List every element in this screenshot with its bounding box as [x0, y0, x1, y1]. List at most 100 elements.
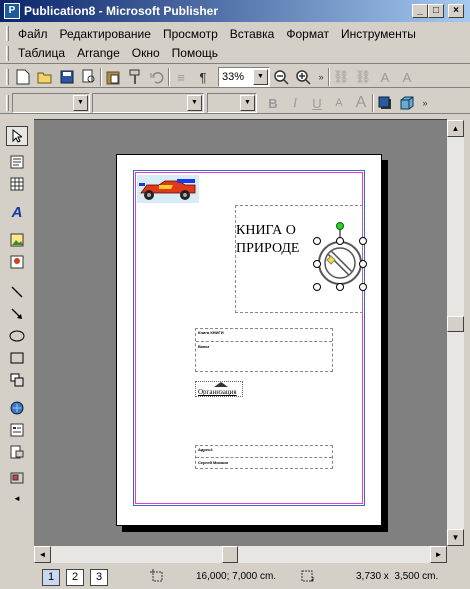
horizontal-scroll-thumb[interactable] — [222, 546, 238, 563]
position-readout: 16,000; 7,000 cm. — [196, 571, 277, 582]
zoom-out-icon[interactable] — [270, 66, 292, 88]
resize-handle[interactable] — [313, 283, 321, 291]
clipart-icon[interactable] — [6, 252, 28, 272]
text-flow-icon[interactable]: A — [374, 66, 396, 88]
scroll-left-button[interactable]: ◄ — [34, 546, 51, 563]
scroll-right-button[interactable]: ► — [430, 546, 447, 563]
minimize-button[interactable]: _ — [412, 4, 428, 18]
maximize-button[interactable]: □ — [428, 4, 444, 18]
menu-insert[interactable]: Вставка — [224, 25, 281, 43]
text-box-icon[interactable] — [6, 152, 28, 172]
menu-bar: Файл Редактирование Просмотр Вставка Фор… — [0, 22, 470, 64]
scroll-down-button[interactable]: ▼ — [447, 529, 464, 546]
pilcrow-icon[interactable]: ¶ — [192, 66, 214, 88]
link-icon[interactable]: ⛓ — [330, 66, 352, 88]
chevron-down-icon[interactable]: ▼ — [240, 95, 255, 111]
line-icon[interactable] — [6, 282, 28, 302]
bold-button[interactable]: B — [262, 92, 284, 114]
organization-logo[interactable]: Организация — [195, 381, 243, 397]
menu-edit[interactable]: Редактирование — [54, 25, 157, 43]
zoom-in-icon[interactable] — [292, 66, 314, 88]
chevron-down-icon[interactable]: ▼ — [253, 69, 268, 85]
font-shrink-button[interactable]: A — [328, 92, 350, 114]
save-icon[interactable] — [56, 66, 78, 88]
wordart-icon[interactable]: A — [6, 202, 28, 222]
underline-button[interactable]: U — [306, 92, 328, 114]
race-car-picture[interactable] — [137, 175, 199, 203]
undo-icon[interactable] — [146, 66, 168, 88]
page-2-button[interactable]: 2 — [66, 569, 84, 586]
workspace-border — [34, 119, 447, 120]
paste-icon[interactable] — [102, 66, 124, 88]
unlink-icon[interactable]: ⛓ — [352, 66, 374, 88]
page-1-button[interactable]: 1 — [42, 569, 60, 586]
menu-window[interactable]: Окно — [126, 44, 166, 62]
menu-table[interactable]: Таблица — [12, 44, 71, 62]
table-icon[interactable] — [6, 174, 28, 194]
resize-handle[interactable] — [336, 237, 344, 245]
contact-label: Сергей Михаил — [198, 460, 229, 465]
more-tools-icon[interactable]: ◄ — [6, 488, 28, 508]
more-icon[interactable]: » — [314, 66, 328, 88]
autoshapes-icon[interactable] — [6, 370, 28, 390]
text-flow-back-icon[interactable]: A — [396, 66, 418, 88]
chevron-down-icon[interactable]: ▼ — [73, 95, 88, 111]
font-grow-button[interactable]: A — [350, 92, 372, 114]
resize-handle[interactable] — [359, 283, 367, 291]
menu-help[interactable]: Помощь — [166, 44, 224, 62]
zoom-select[interactable]: 33% ▼ — [218, 67, 270, 87]
resize-handle[interactable] — [313, 260, 321, 268]
resize-handle[interactable] — [359, 237, 367, 245]
standard-toolbar: ≡ ¶ 33% ▼ » ⛓ ⛓ A A — [0, 66, 470, 88]
horizontal-scrollbar[interactable]: ◄ ► — [34, 546, 447, 563]
contact-frame[interactable]: Адрес4 Сергей Михаил — [195, 445, 333, 469]
columns-icon[interactable]: ≡ — [170, 66, 192, 88]
design-gallery-icon[interactable] — [6, 468, 28, 488]
chevron-down-icon[interactable]: ▼ — [187, 95, 202, 111]
more-icon[interactable]: » — [418, 92, 432, 114]
html-fragment-icon[interactable] — [6, 442, 28, 462]
publication-page[interactable]: КНИГА О ПРИРОДЕ Книга КНИГИ Вкниг Органи… — [116, 154, 382, 526]
close-button[interactable]: × — [448, 4, 464, 18]
menu-file[interactable]: Файл — [12, 25, 54, 43]
publisher-icon[interactable]: P — [4, 3, 20, 19]
open-icon[interactable] — [34, 66, 56, 88]
menu-view[interactable]: Просмотр — [157, 25, 224, 43]
form-control-icon[interactable] — [6, 420, 28, 440]
resize-handle[interactable] — [313, 237, 321, 245]
size-readout: 3,730 x 3,500 cm. — [356, 571, 439, 582]
shadow-icon[interactable] — [374, 92, 396, 114]
3d-icon[interactable] — [396, 92, 418, 114]
format-painter-icon[interactable] — [124, 66, 146, 88]
italic-button[interactable]: I — [284, 92, 306, 114]
vertical-scrollbar[interactable]: ▲ ▼ — [447, 120, 464, 546]
size-icon — [300, 569, 316, 585]
new-icon[interactable] — [12, 66, 34, 88]
resize-handle[interactable] — [336, 283, 344, 291]
font-select[interactable]: ▼ — [92, 93, 204, 113]
print-preview-icon[interactable] — [78, 66, 100, 88]
toolbar-grip[interactable] — [6, 69, 9, 85]
page-3-button[interactable]: 3 — [90, 569, 108, 586]
menu-grip[interactable] — [6, 26, 9, 41]
oval-icon[interactable] — [6, 326, 28, 346]
arrow-icon[interactable] — [6, 304, 28, 324]
picture-icon[interactable] — [6, 230, 28, 250]
scroll-up-button[interactable]: ▲ — [447, 120, 464, 137]
font-size-select[interactable]: ▼ — [207, 93, 257, 113]
resize-handle[interactable] — [359, 260, 367, 268]
frame-divider — [196, 457, 332, 458]
no-symbol-autoshape[interactable] — [313, 222, 367, 291]
rectangle-icon[interactable] — [6, 348, 28, 368]
menu-arrange[interactable]: Arrange — [71, 44, 126, 62]
info-frame[interactable]: Книга КНИГИ Вкниг — [195, 328, 333, 372]
vertical-scroll-thumb[interactable] — [447, 316, 464, 332]
style-select[interactable]: ▼ — [12, 93, 90, 113]
pointer-icon[interactable] — [6, 126, 28, 146]
menu-format[interactable]: Формат — [280, 25, 335, 43]
title-text: КНИГА О ПРИРОДЕ — [236, 223, 300, 256]
menu-grip[interactable] — [6, 46, 9, 61]
menu-tools[interactable]: Инструменты — [335, 25, 422, 43]
hot-spot-icon[interactable] — [6, 398, 28, 418]
toolbar-grip[interactable] — [6, 95, 9, 111]
